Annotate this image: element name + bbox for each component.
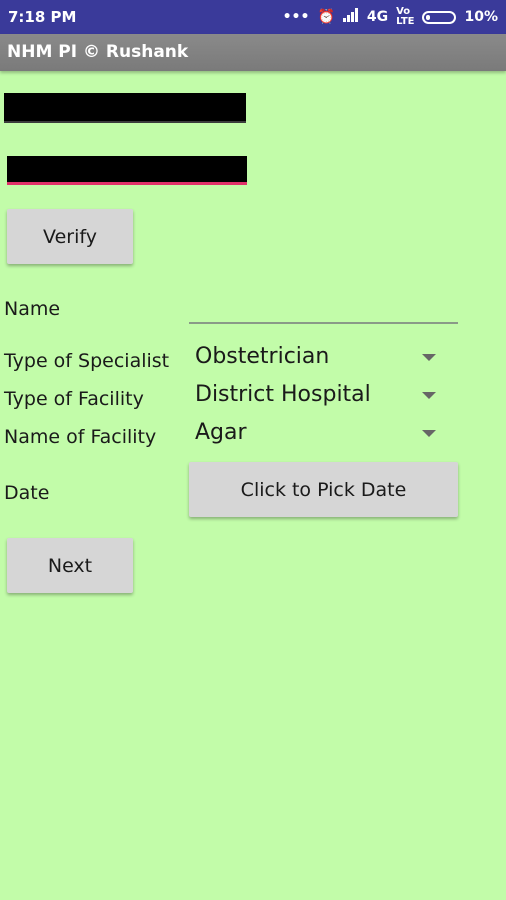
status-bar: 7:18 PM ••• ⏰ 4G Vo LTE 10% — [0, 0, 506, 34]
specialist-label: Type of Specialist — [4, 350, 170, 372]
field-underline-1 — [4, 121, 246, 123]
pick-date-button[interactable]: Click to Pick Date — [189, 462, 458, 517]
next-button[interactable]: Next — [7, 538, 133, 593]
name-input-underline — [189, 322, 458, 324]
redacted-field-2[interactable] — [7, 156, 247, 182]
status-icons: ••• ⏰ 4G Vo LTE 10% — [283, 7, 498, 27]
signal-icon — [342, 8, 359, 26]
redacted-field-1[interactable] — [4, 93, 246, 121]
dropdown-arrow-icon — [422, 354, 436, 361]
name-label: Name — [4, 298, 61, 320]
network-type: 4G — [366, 9, 389, 25]
status-time: 7:18 PM — [8, 8, 77, 26]
facility-name-dropdown[interactable]: Agar — [190, 418, 440, 452]
battery-percent: 10% — [464, 9, 498, 25]
battery-icon — [422, 10, 457, 24]
facility-type-value: District Hospital — [195, 382, 371, 407]
volte-icon: Vo LTE — [396, 6, 415, 27]
specialist-dropdown[interactable]: Obstetrician — [190, 342, 440, 376]
facility-type-label: Type of Facility — [4, 388, 144, 410]
facility-name-label: Name of Facility — [4, 426, 157, 448]
alarm-icon: ⏰ — [317, 9, 335, 25]
specialist-value: Obstetrician — [195, 344, 330, 369]
app-title: NHM PI © Rushank — [7, 42, 189, 62]
facility-name-value: Agar — [195, 420, 247, 445]
app-bar: NHM PI © Rushank — [0, 34, 506, 71]
dropdown-arrow-icon — [422, 430, 436, 437]
facility-type-dropdown[interactable]: District Hospital — [190, 380, 440, 414]
more-icon: ••• — [282, 9, 310, 25]
field-underline-2 — [7, 182, 247, 185]
name-input[interactable] — [189, 292, 458, 322]
date-label: Date — [4, 482, 50, 504]
dropdown-arrow-icon — [422, 392, 436, 399]
verify-button[interactable]: Verify — [7, 209, 133, 264]
